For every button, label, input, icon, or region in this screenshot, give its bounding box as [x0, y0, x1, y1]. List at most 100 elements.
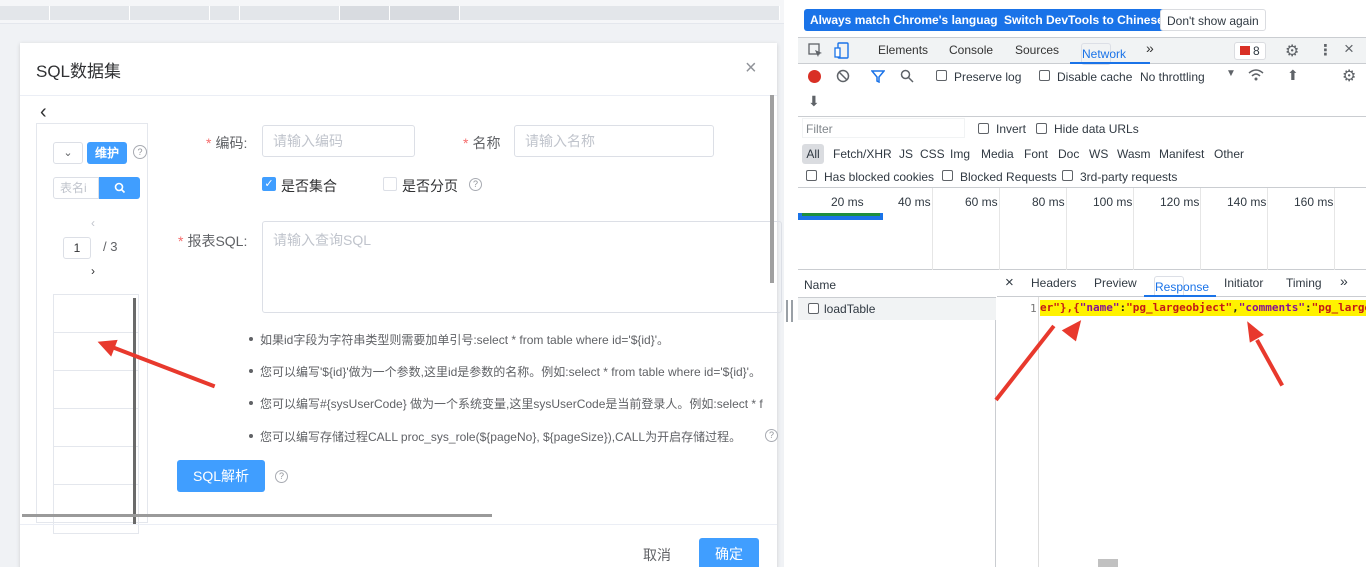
is-paged-checkbox[interactable] — [383, 177, 397, 191]
back-icon[interactable]: ‹ — [40, 101, 47, 124]
is-collection-checkbox[interactable]: ✓ — [262, 177, 276, 191]
close-icon[interactable]: × — [745, 57, 757, 80]
third-party-label: 3rd-party requests — [1080, 170, 1178, 184]
kebab-menu-icon[interactable]: ⋮ — [1318, 41, 1333, 59]
filter-type-other[interactable]: Other — [1214, 147, 1244, 161]
ok-button[interactable]: 确定 — [699, 538, 759, 567]
next-page-icon[interactable]: › — [91, 264, 95, 278]
filter-type-ws[interactable]: WS — [1089, 147, 1108, 161]
blocked-requests-checkbox[interactable] — [942, 170, 953, 181]
device-toggle-icon[interactable] — [834, 42, 850, 60]
tab-sources[interactable]: Sources — [1015, 43, 1059, 57]
table-row[interactable]: loadTable — [798, 298, 996, 320]
tick-label: 40 ms — [898, 195, 931, 209]
help-icon[interactable]: ? — [275, 470, 288, 483]
help-icon[interactable]: ? — [133, 145, 147, 159]
page-number-input[interactable]: 1 — [63, 237, 91, 259]
blocked-cookies-label: Has blocked cookies — [824, 170, 935, 184]
list-item[interactable] — [54, 447, 138, 485]
help-icon[interactable]: ? — [765, 429, 778, 442]
list-item[interactable] — [54, 485, 138, 523]
filter-input[interactable]: Filter — [802, 118, 965, 138]
tab-initiator[interactable]: Initiator — [1224, 276, 1263, 290]
tab-console[interactable]: Console — [949, 43, 993, 57]
filter-icon[interactable] — [871, 69, 885, 83]
match-language-button[interactable]: Always match Chrome's language — [804, 9, 1011, 31]
horizontal-scrollbar[interactable] — [22, 514, 492, 517]
disable-cache-checkbox[interactable] — [1039, 70, 1050, 81]
list-item[interactable] — [54, 409, 138, 447]
network-settings-gear-icon[interactable]: ⚙ — [1342, 66, 1356, 86]
close-icon[interactable]: × — [1344, 39, 1354, 59]
hint-1: 如果id字段为字符串类型则需要加单引号:select * from table … — [248, 333, 670, 347]
hide-data-urls-checkbox[interactable] — [1036, 123, 1047, 134]
hint-3: 您可以编写#{sysUserCode} 做为一个系统变量,这里sysUserCo… — [249, 397, 763, 411]
name-column-header[interactable]: Name — [798, 270, 996, 298]
name-input[interactable]: 请输入名称 — [514, 125, 714, 157]
more-tabs-icon[interactable]: » — [1146, 40, 1154, 56]
response-viewer[interactable] — [997, 297, 1366, 567]
network-overview[interactable]: 20 ms 40 ms 60 ms 80 ms 100 ms 120 ms 14… — [798, 188, 1366, 270]
blocked-cookies-checkbox[interactable] — [806, 170, 817, 181]
filter-type-doc[interactable]: Doc — [1058, 147, 1079, 161]
filter-type-img[interactable]: Img — [950, 147, 970, 161]
tick-label: 20 ms — [831, 195, 864, 209]
help-icon[interactable]: ? — [469, 178, 482, 191]
language-infobar: Always match Chrome's language Switch De… — [798, 0, 1366, 38]
filter-type-js[interactable]: JS — [899, 147, 913, 161]
filter-type-wasm[interactable]: Wasm — [1117, 147, 1151, 161]
tick-label: 160 ms — [1294, 195, 1334, 209]
disable-cache-label: Disable cache — [1057, 70, 1133, 84]
filter-type-css[interactable]: CSS — [920, 147, 945, 161]
network-conditions-icon[interactable] — [1248, 68, 1266, 83]
filter-type-all[interactable]: All — [802, 144, 824, 164]
tab-elements[interactable]: Elements — [878, 43, 928, 57]
tick-label: 80 ms — [1032, 195, 1065, 209]
record-icon[interactable] — [808, 70, 821, 83]
more-tabs-icon[interactable]: » — [1340, 273, 1348, 289]
prev-page-icon[interactable]: ‹ — [91, 216, 95, 230]
source-select[interactable]: ⌄ — [53, 142, 83, 164]
filter-type-media[interactable]: Media — [981, 147, 1014, 161]
maintain-button[interactable]: 维护 — [87, 142, 127, 164]
chevron-down-icon[interactable]: ▼ — [1226, 68, 1236, 79]
dialog-scrollbar[interactable] — [770, 95, 774, 283]
switch-chinese-button[interactable]: Switch DevTools to Chinese — [998, 9, 1170, 31]
code-input[interactable]: 请输入编码 — [262, 125, 415, 157]
search-icon[interactable] — [99, 177, 140, 199]
upload-icon[interactable]: ⬆ — [1287, 67, 1299, 84]
filter-type-fetch-xhr[interactable]: Fetch/XHR — [833, 147, 892, 161]
request-detail-tabs: × Headers Preview Response Initiator Tim… — [997, 270, 1366, 298]
preserve-log-checkbox[interactable] — [936, 70, 947, 81]
tab-timing[interactable]: Timing — [1286, 276, 1322, 290]
list-item[interactable] — [54, 371, 138, 409]
cancel-button[interactable]: 取消 — [643, 545, 671, 565]
filter-type-manifest[interactable]: Manifest — [1159, 147, 1204, 161]
sql-parse-button[interactable]: SQL解析 — [177, 460, 265, 492]
issues-badge[interactable]: 8 — [1234, 42, 1266, 60]
gear-icon[interactable]: ⚙ — [1285, 41, 1299, 61]
table-name-input[interactable]: 表名i — [53, 177, 99, 199]
hide-data-urls-label: Hide data URLs — [1054, 122, 1139, 136]
invert-checkbox[interactable] — [978, 123, 989, 134]
search-icon[interactable] — [900, 69, 914, 83]
inspect-icon[interactable] — [808, 43, 824, 59]
third-party-checkbox[interactable] — [1062, 170, 1073, 181]
response-scrollbar[interactable] — [1098, 559, 1118, 567]
close-icon[interactable]: × — [1005, 274, 1014, 291]
dont-show-button[interactable]: Don't show again — [1160, 9, 1266, 31]
tick-label: 100 ms — [1093, 195, 1133, 209]
filter-type-font[interactable]: Font — [1024, 147, 1048, 161]
download-icon[interactable]: ⬇ — [808, 93, 820, 110]
tab-headers[interactable]: Headers — [1031, 276, 1076, 290]
list-scrollbar[interactable] — [133, 298, 136, 524]
list-item[interactable] — [54, 295, 138, 333]
app-area: SQL数据集 × ‹ ⌄ 维护 ? 表名i ‹ 1 / 3 › * 编码: 请输… — [0, 0, 797, 567]
sql-label: * 报表SQL: — [178, 233, 248, 249]
clear-icon[interactable] — [836, 69, 850, 83]
throttling-select[interactable]: No throttling — [1140, 70, 1205, 84]
tab-preview[interactable]: Preview — [1094, 276, 1137, 290]
panel-splitter[interactable] — [784, 0, 798, 567]
sql-textarea[interactable]: 请输入查询SQL — [262, 221, 782, 313]
hint-4: 您可以编写存储过程CALL proc_sys_role(${pageNo}, $… — [248, 430, 742, 444]
